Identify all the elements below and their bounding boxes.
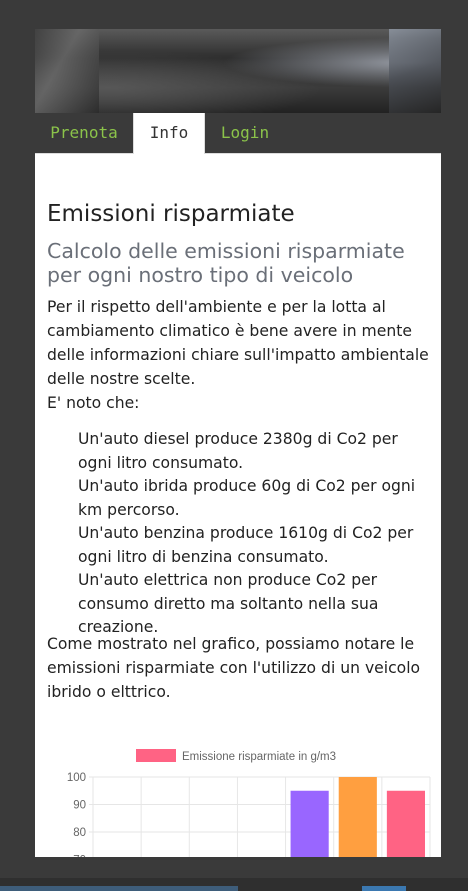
y-tick-label: 90 [73,800,86,812]
conclusion-paragraph: Come mostrato nel grafico, possiamo nota… [47,635,421,701]
legend-label: Emissione risparmiate in g/m3 [182,751,336,763]
chart-bar[interactable] [290,790,329,857]
nav-tabbar: Prenota Info Login [35,113,441,154]
page-title: Emissioni risparmiate [47,201,295,227]
fact-hybrid: Un'auto ibrida produce 60g di Co2 per og… [78,477,416,519]
intro-text: Per il rispetto dell'ambiente e per la l… [47,298,429,388]
tab-info[interactable]: Info [133,113,205,154]
y-tick-label: 100 [67,772,86,784]
fact-petrol: Un'auto benzina produce 1610g di Co2 per… [78,524,414,566]
fact-diesel: Un'auto diesel produce 2380g di Co2 per … [78,430,398,472]
facts-list: Un'auto diesel produce 2380g di Co2 per … [78,428,428,640]
fact-electric: Un'auto elettrica non produce Co2 per co… [78,571,379,636]
tab-login[interactable]: Login [205,113,285,153]
intro-paragraph: Per il rispetto dell'ambiente e per la l… [47,295,431,415]
chart-y-ticks: 10090807060 [67,772,86,857]
chart-legend[interactable]: Emissione risparmiate in g/m3 [136,749,336,763]
emissions-chart: Emissione risparmiate in g/m3 1009080706… [67,749,431,857]
legend-swatch [136,749,176,762]
page-frame: Prenota Info Login Emissioni risparmiate… [35,29,441,857]
bottom-taskbar [0,878,468,891]
y-tick-label: 80 [73,827,86,839]
y-tick-label: 70 [73,855,86,858]
chart-grid [89,776,431,857]
chart-bar[interactable] [386,790,425,857]
header-banner-image [35,29,441,113]
intro-known-text: E' noto che: [47,394,140,412]
page-subtitle: Calcolo delle emissioni risparmiate per … [47,239,405,287]
chart-bar[interactable] [338,777,377,857]
tab-prenota[interactable]: Prenota [35,113,133,153]
taskbar-segment [0,886,238,891]
taskbar-segment [362,886,406,891]
